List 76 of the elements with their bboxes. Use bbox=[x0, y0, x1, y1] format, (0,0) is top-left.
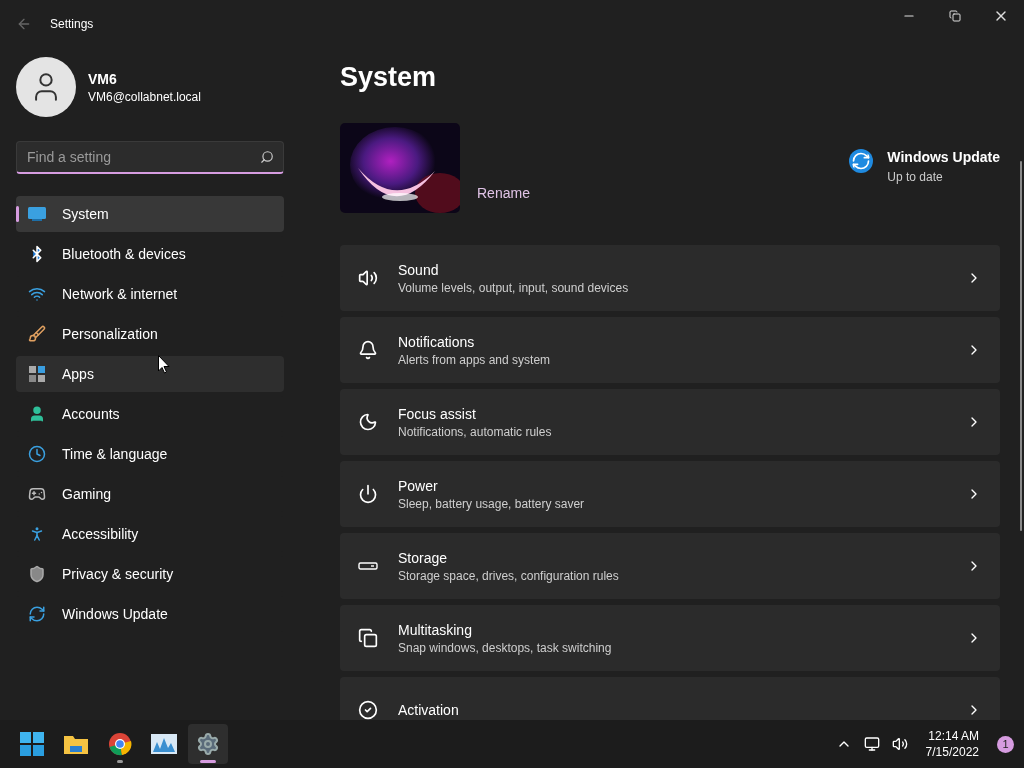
avatar bbox=[16, 57, 76, 117]
update-status: Up to date bbox=[887, 170, 944, 184]
nav-label: Windows Update bbox=[62, 606, 168, 622]
card-subtitle: Alerts from apps and system bbox=[398, 352, 552, 367]
card-subtitle: Snap windows, desktops, task switching bbox=[398, 640, 613, 655]
window-title: Settings bbox=[50, 17, 94, 31]
nav-label: Apps bbox=[62, 366, 94, 382]
user-email: VM6@collabnet.local bbox=[88, 89, 201, 104]
nav-item[interactable]: Apps bbox=[16, 356, 284, 392]
nav-label: Gaming bbox=[62, 486, 112, 502]
card-title: Power bbox=[398, 477, 439, 494]
nav-label: System bbox=[62, 206, 109, 222]
check-circle-icon bbox=[358, 700, 378, 720]
nav-item[interactable]: System bbox=[16, 196, 284, 232]
search-field[interactable]: Find a setting bbox=[16, 141, 284, 174]
settings-card[interactable]: Multitasking Snap windows, desktops, task switching bbox=[340, 605, 1000, 671]
shield-icon bbox=[28, 565, 46, 583]
gamepad-icon bbox=[28, 485, 46, 503]
chart-window-icon bbox=[151, 734, 177, 754]
speaker-icon bbox=[358, 268, 378, 288]
settings-card[interactable]: Notifications Alerts from apps and system bbox=[340, 317, 1000, 383]
bell-icon bbox=[358, 340, 378, 360]
running-indicator bbox=[117, 760, 123, 763]
nav-label: Accounts bbox=[62, 406, 120, 422]
rename-link[interactable]: Rename bbox=[477, 185, 530, 201]
clock-icon bbox=[28, 445, 46, 463]
card-title: Storage bbox=[398, 549, 449, 566]
apps-icon bbox=[28, 365, 46, 383]
settings-card[interactable]: Storage Storage space, drives, configuration rules bbox=[340, 533, 1000, 599]
windows-icon bbox=[358, 628, 378, 648]
page-title: System bbox=[340, 61, 438, 94]
settings-card[interactable]: Activation bbox=[340, 677, 1000, 720]
nav-label: Bluetooth & devices bbox=[62, 246, 186, 262]
refresh-icon bbox=[28, 605, 46, 623]
clock-time: 12:14 AM bbox=[928, 728, 979, 744]
cursor-icon bbox=[158, 355, 170, 374]
card-title: Sound bbox=[398, 261, 440, 278]
card-subtitle: Notifications, automatic rules bbox=[398, 424, 553, 439]
nav-label: Time & language bbox=[62, 446, 168, 462]
card-title: Focus assist bbox=[398, 405, 477, 422]
scrollbar-thumb[interactable] bbox=[1020, 161, 1022, 531]
card-subtitle: Storage space, drives, configuration rules bbox=[398, 568, 620, 583]
wifi-icon bbox=[28, 285, 46, 303]
brush-icon bbox=[28, 325, 46, 343]
update-title: Windows Update bbox=[887, 149, 1000, 165]
settings-card[interactable]: Power Sleep, battery usage, battery saver bbox=[340, 461, 1000, 527]
network-icon[interactable] bbox=[863, 736, 880, 752]
browser-icon bbox=[108, 732, 132, 756]
card-title: Multitasking bbox=[398, 621, 473, 638]
clock-date: 7/15/2022 bbox=[925, 744, 979, 760]
running-indicator bbox=[200, 760, 216, 763]
nav-label: Personalization bbox=[62, 326, 158, 342]
card-title: Activation bbox=[398, 702, 460, 718]
speaker-icon[interactable] bbox=[891, 736, 908, 752]
gear-icon bbox=[196, 732, 220, 756]
card-subtitle: Volume levels, output, input, sound devices bbox=[398, 280, 630, 295]
taskbar-app[interactable] bbox=[188, 724, 228, 764]
card-title: Notifications bbox=[398, 333, 476, 350]
moon-icon bbox=[358, 412, 378, 432]
monitor-icon bbox=[28, 207, 46, 221]
start-icon bbox=[20, 732, 44, 756]
person-icon bbox=[28, 405, 46, 423]
user-name: VM6 bbox=[88, 70, 118, 87]
search-icon bbox=[260, 150, 274, 164]
settings-card[interactable]: Sound Volume levels, output, input, sound devices bbox=[340, 245, 1000, 311]
nav-label: Accessibility bbox=[62, 526, 139, 542]
nav-label: Network & internet bbox=[62, 286, 178, 302]
settings-card[interactable]: Focus assist Notifications, automatic rules bbox=[340, 389, 1000, 455]
notification-badge[interactable]: 1 bbox=[997, 735, 1014, 753]
selection-indicator bbox=[16, 206, 19, 222]
restore-icon bbox=[949, 10, 961, 22]
nav-label: Privacy & security bbox=[62, 566, 174, 582]
refresh-icon bbox=[849, 149, 874, 173]
folder-icon bbox=[63, 733, 89, 755]
card-subtitle: Sleep, battery usage, battery saver bbox=[398, 496, 586, 511]
power-icon bbox=[358, 484, 378, 504]
